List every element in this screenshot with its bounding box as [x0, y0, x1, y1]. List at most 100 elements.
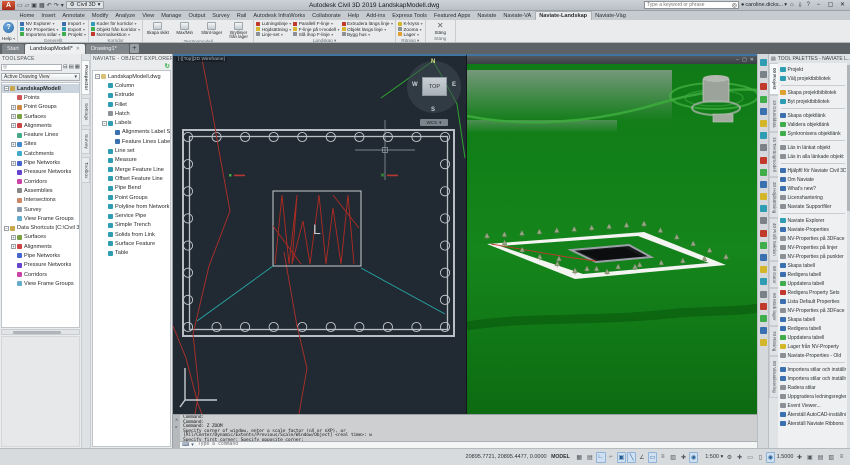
drawing-tab-start[interactable]: Start [2, 44, 24, 54]
ribbon-button[interactable]: Lager ▾ [398, 32, 423, 37]
title-bar-icon[interactable]: ? [806, 2, 811, 8]
expand-toggle-icon[interactable]: − [102, 120, 107, 126]
palette-tool-item[interactable]: Projekt [780, 65, 846, 74]
maximize-button[interactable]: ▢ [825, 1, 836, 10]
ribbon-tab-naviate-v-g[interactable]: Naviate-Väg [592, 12, 630, 20]
search-icon[interactable]: ◎ [732, 2, 737, 9]
ribbon-tab-rail[interactable]: Rail [233, 12, 250, 20]
drawing-tab-landskapmodell-[interactable]: LandskapModell* ✕ [24, 44, 85, 54]
toolspace-horizontal-scrollbar[interactable] [1, 329, 80, 335]
object-explorer-item[interactable]: Polyline from Network [93, 202, 170, 211]
expand-toggle-icon[interactable]: + [11, 234, 16, 240]
palette-tool-item[interactable]: Hjälpfil för Naviate Civil 3D (PDF) [780, 166, 846, 175]
object-explorer-item[interactable]: Measure [93, 156, 170, 165]
vertical-toolbar-icon[interactable] [759, 302, 767, 310]
expand-toggle-icon[interactable]: − [4, 225, 9, 231]
viewcube[interactable]: TOP N S W E WCS ▾ [405, 58, 463, 128]
help-icon[interactable]: ? [3, 22, 15, 33]
status-toggle-icon[interactable]: ▤ [585, 452, 595, 463]
toolspace-toolbar-icon[interactable]: ⊟ [63, 64, 68, 70]
viewcube-north[interactable]: N [431, 59, 435, 65]
ribbon-tab-featured-apps[interactable]: Featured Apps [430, 12, 473, 20]
viewcube-east[interactable]: E [452, 82, 456, 88]
status-toggle-icon[interactable]: ▭ [647, 451, 658, 463]
vertical-toolbar-icon[interactable] [759, 144, 767, 152]
prospector-item[interactable]: + Surfaces [2, 233, 79, 242]
prospector-item[interactable]: View Frame Groups [2, 279, 79, 288]
palette-tool-item[interactable]: Återställ AutoCAD-inställningar [780, 410, 846, 419]
vertical-toolbar-icon[interactable] [759, 254, 767, 261]
status-toggle-icon[interactable]: ▯ [756, 452, 765, 463]
model-space-toggle[interactable]: MODEL [551, 454, 570, 460]
object-explorer-item[interactable]: Simple Trench [93, 221, 170, 230]
ribbon-tab-add-ins[interactable]: Add-ins [363, 12, 389, 20]
prospector-item[interactable]: Points [2, 93, 79, 102]
palette-tool-item[interactable]: Välj projektbibliotek [780, 74, 846, 83]
toolspace-tab-toolbox[interactable]: Toolbox [82, 156, 90, 184]
palette-tab-15-terr-ngmodell[interactable]: 15 Terrängmodell [769, 132, 778, 177]
qat-button-icon[interactable]: ↷ [54, 2, 59, 9]
vertical-toolbar-icon[interactable] [759, 339, 767, 347]
expand-toggle-icon[interactable]: + [11, 114, 16, 120]
status-toggle-icon[interactable]: ▦ [574, 452, 584, 463]
ribbon-big-button[interactable]: Brytlinjer från lager [226, 20, 251, 39]
palette-tool-item[interactable]: Byt projektbibliotek [780, 97, 846, 106]
vertical-toolbar-icon[interactable] [759, 278, 767, 286]
qat-button-icon[interactable]: ▭ [17, 2, 23, 9]
vertical-toolbar-icon[interactable] [759, 229, 767, 237]
ribbon-big-button[interactable]: Max/Min [172, 20, 197, 39]
palette-tool-item[interactable]: Redigera tabell [780, 270, 846, 279]
palette-tab-30-h-jds-ttning[interactable]: 30 Höjdsättning [769, 176, 778, 219]
object-explorer-item[interactable]: − LandskapModell.dwg [93, 72, 170, 81]
toolspace-tab-settings[interactable]: Settings [82, 98, 90, 126]
object-explorer-item[interactable]: Line set [93, 146, 170, 155]
prospector-item[interactable]: + Pipe Networks [2, 158, 79, 167]
status-toggle-icon[interactable]: ╲ [627, 451, 637, 463]
prospector-item[interactable]: Corridors [2, 177, 79, 186]
object-explorer-item[interactable]: Solids from Link [93, 230, 170, 239]
palette-tool-item[interactable]: Om Naviate [780, 175, 846, 184]
object-explorer-item[interactable]: Feature Lines Label Set [93, 137, 170, 146]
status-toggle-icon[interactable]: ◉ [765, 451, 776, 463]
palette-tool-item[interactable]: Event Viewer... [780, 401, 846, 410]
vertical-toolbar-icon[interactable] [759, 59, 767, 66]
title-bar-icon[interactable]: ⇩ [797, 2, 804, 9]
object-explorer-item[interactable]: Offset Feature Line [93, 174, 170, 183]
palette-tool-item[interactable]: NV-Properties på 3DFace [780, 234, 846, 243]
prospector-item[interactable]: + Point Groups [2, 103, 79, 112]
prospector-item[interactable]: + Alignments [2, 242, 79, 251]
status-toggle-icon[interactable]: ∟ [595, 451, 606, 463]
palette-tool-item[interactable]: Naviate-Properties - Old [780, 351, 846, 360]
palette-tab-80-visualisering[interactable]: 80 Visualisering [769, 356, 778, 398]
ribbon-tab-output[interactable]: Output [185, 12, 209, 20]
command-gutter-icon[interactable]: ✕ [175, 417, 178, 422]
object-explorer-item[interactable]: Alignments Label Set [93, 128, 170, 137]
prospector-item[interactable]: Assemblies [2, 186, 79, 195]
command-gutter-icon[interactable]: ▸ [175, 424, 177, 429]
toolspace-tab-survey[interactable]: Survey [82, 128, 90, 154]
qat-button-icon[interactable]: ▦ [39, 2, 45, 9]
prospector-item[interactable]: Survey [2, 205, 79, 214]
palette-tool-item[interactable]: Importera stilar och inställninga... [780, 374, 846, 383]
ribbon-tab-view[interactable]: View [139, 12, 158, 20]
vertical-toolbar-icon[interactable] [759, 217, 767, 225]
palette-tab-10-grunddata[interactable]: 10 Grunddata [769, 94, 778, 133]
ribbon-button[interactable]: Bygg hus ▾ [341, 32, 394, 37]
ribbon-big-button[interactable]: Skapa skikt [145, 20, 170, 39]
viewport-close-button[interactable]: ✕ [750, 56, 754, 64]
palette-tab-00-projekt[interactable]: 00 Projekt [769, 63, 778, 95]
toolspace-tab-prospector[interactable]: Prospector [82, 60, 90, 96]
status-toggle-icon[interactable]: ⚙ [725, 452, 734, 463]
vertical-toolbar-icon[interactable] [759, 168, 767, 176]
palette-tool-item[interactable]: NV-Properties på 3DFace [780, 306, 846, 315]
status-toggle-icon[interactable]: ▥ [668, 452, 678, 463]
vertical-toolbar-icon[interactable] [759, 193, 767, 201]
object-explorer-item[interactable]: Service Pipe [93, 211, 170, 220]
palette-tool-item[interactable]: Naviate Supportfiler [780, 202, 846, 211]
qat-button-icon[interactable]: ▾ [61, 2, 64, 9]
ribbon-tab-express-tools[interactable]: Express Tools [389, 12, 431, 20]
command-input[interactable] [195, 441, 755, 449]
ribbon-tab-manage[interactable]: Manage [158, 12, 185, 20]
object-explorer-item[interactable]: Pipe Bend [93, 184, 170, 193]
ribbon-tab-naviate-landskap[interactable]: Naviate-Landskap [534, 11, 592, 20]
